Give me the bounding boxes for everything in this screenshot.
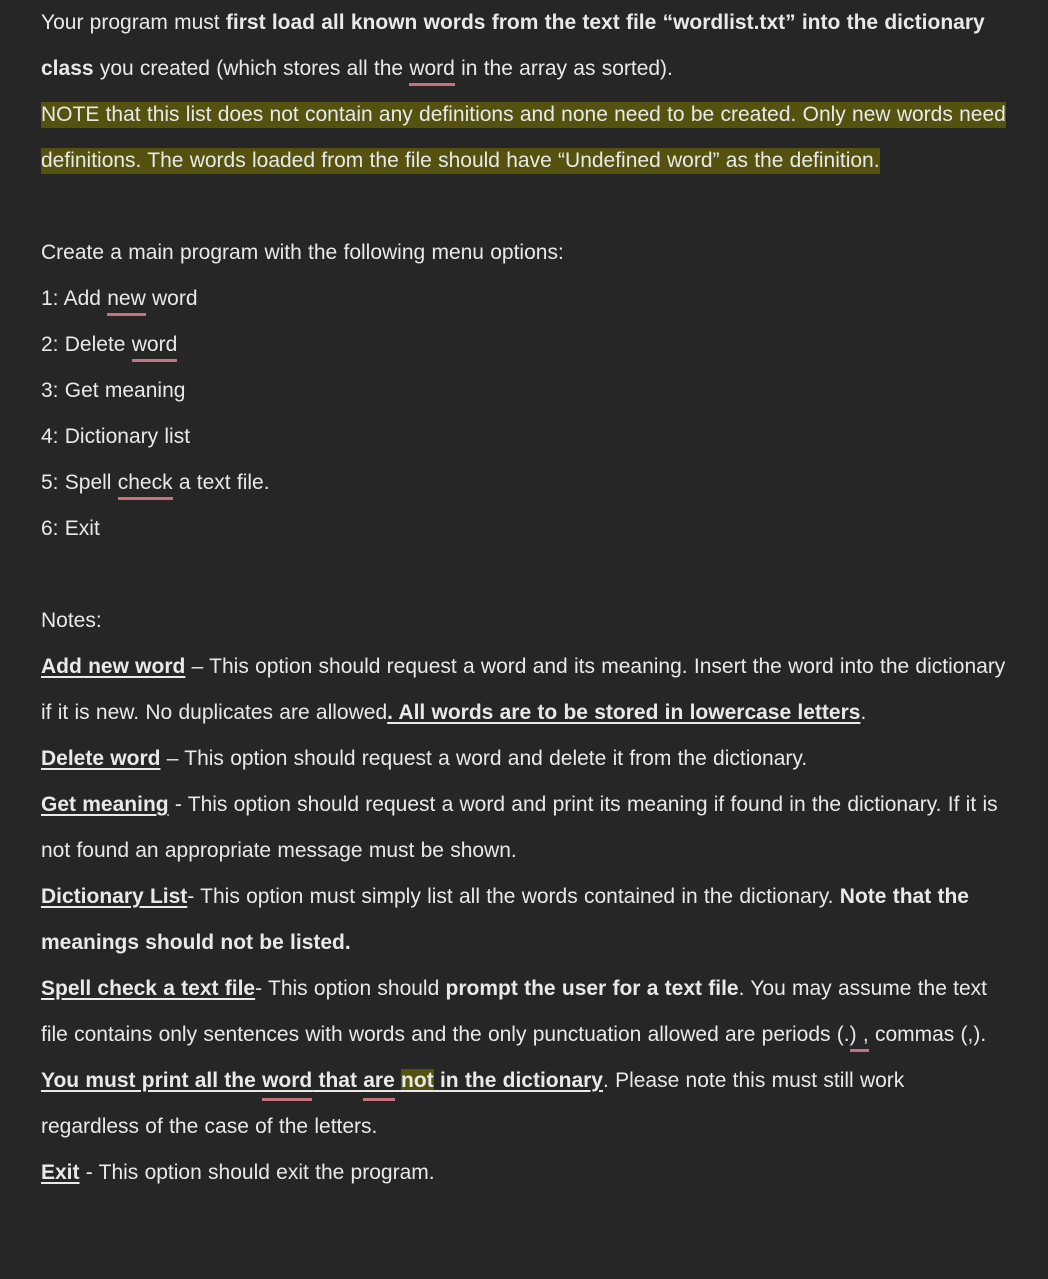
menu-option-1-suffix: word [145, 287, 198, 310]
note-spell-check-emphasis: You must print all the word that are not… [41, 1069, 603, 1092]
note-add-new-word: Add new word – This option should reques… [41, 644, 1008, 736]
intro-p1-run-1: Your program must [41, 11, 226, 34]
intro-paragraph-1: Your program must first load all known w… [41, 0, 1008, 92]
highlighted-note-text: NOTE that this list does not contain any… [41, 102, 1006, 174]
menu-option-5-prefix: 5: Spell [41, 471, 118, 494]
note-term-exit: Exit [41, 1161, 80, 1184]
menu-option-3-prefix: 3: Get meaning [41, 379, 186, 402]
spellcheck-punctuation-paren-comma: ) , [849, 1023, 869, 1046]
menu-option-4-prefix: 4: Dictionary list [41, 425, 191, 448]
intro-p1-run-5: in the array as sorted). [454, 57, 673, 80]
menu-option-5-suffix: a text file. [172, 471, 270, 494]
note-term-get-meaning: Get meaning [41, 793, 169, 816]
note-spell-check-bold-1: prompt the user for a text file [445, 977, 739, 1000]
menu-option-2: 2: Delete word [41, 322, 1008, 368]
notes-heading: Notes: [41, 609, 102, 632]
note-term-delete-word: Delete word [41, 747, 161, 770]
menu-option-4: 4: Dictionary list [41, 414, 1008, 460]
note-term-add-new-word: Add new word [41, 655, 186, 678]
note-get-meaning: Get meaning - This option should request… [41, 782, 1008, 874]
note-delete-word-body: – This option should request a word and … [160, 747, 808, 770]
spellcheck-word-word-3: word [262, 1069, 313, 1092]
note-add-new-word-emphasis: . All words are to be stored in lowercas… [387, 701, 861, 724]
menu-option-1-prefix: 1: Add [41, 287, 108, 310]
spellcheck-word-check: check [117, 471, 173, 494]
note-term-dictionary-list: Dictionary List [41, 885, 188, 908]
note-get-meaning-body: - This option should request a word and … [41, 793, 998, 862]
note-spell-check-emph-1: You must print all the [41, 1069, 263, 1092]
spellcheck-word-are: are [363, 1069, 395, 1092]
note-spell-check-body-1: - This option should [255, 977, 446, 1000]
note-dictionary-list-body-1: - This option must simply list all the w… [187, 885, 840, 908]
note-dictionary-list: Dictionary List- This option must simply… [41, 874, 1008, 966]
spellcheck-word-new: new [107, 287, 146, 310]
menu-option-5: 5: Spell check a text file. [41, 460, 1008, 506]
menu-option-1: 1: Add new word [41, 276, 1008, 322]
menu-option-6-prefix: 6: Exit [41, 517, 100, 540]
note-term-spell-check: Spell check a text file [41, 977, 256, 1000]
note-spell-check-emph-2: that [312, 1069, 364, 1092]
spellcheck-word-word-2: word [131, 333, 178, 356]
menu-option-2-prefix: 2: Delete [41, 333, 132, 356]
note-spell-check-emph-4: in the dictionary [433, 1069, 603, 1092]
spacer-after-intro [41, 184, 1008, 230]
note-exit-body: - This option should exit the program. [79, 1161, 435, 1184]
note-delete-word: Delete word – This option should request… [41, 736, 1008, 782]
note-spell-check: Spell check a text file- This option sho… [41, 966, 1008, 1150]
note-add-new-word-body-2: . [860, 701, 867, 724]
note-spell-check-body-3: commas (,). [868, 1023, 987, 1046]
highlighted-word-not: not [401, 1069, 434, 1092]
menu-lead-in: Create a main program with the following… [41, 241, 564, 264]
menu-option-6: 6: Exit [41, 506, 1008, 552]
note-exit: Exit - This option should exit the progr… [41, 1150, 1008, 1196]
spacer-after-menu [41, 552, 1008, 598]
intro-p1-run-3: you created (which stores all the [93, 57, 410, 80]
spellcheck-word-word: word [409, 57, 455, 80]
intro-paragraph-2-note: NOTE that this list does not contain any… [41, 92, 1008, 184]
document-body: Your program must first load all known w… [0, 0, 1048, 1196]
menu-option-3: 3: Get meaning [41, 368, 1008, 414]
